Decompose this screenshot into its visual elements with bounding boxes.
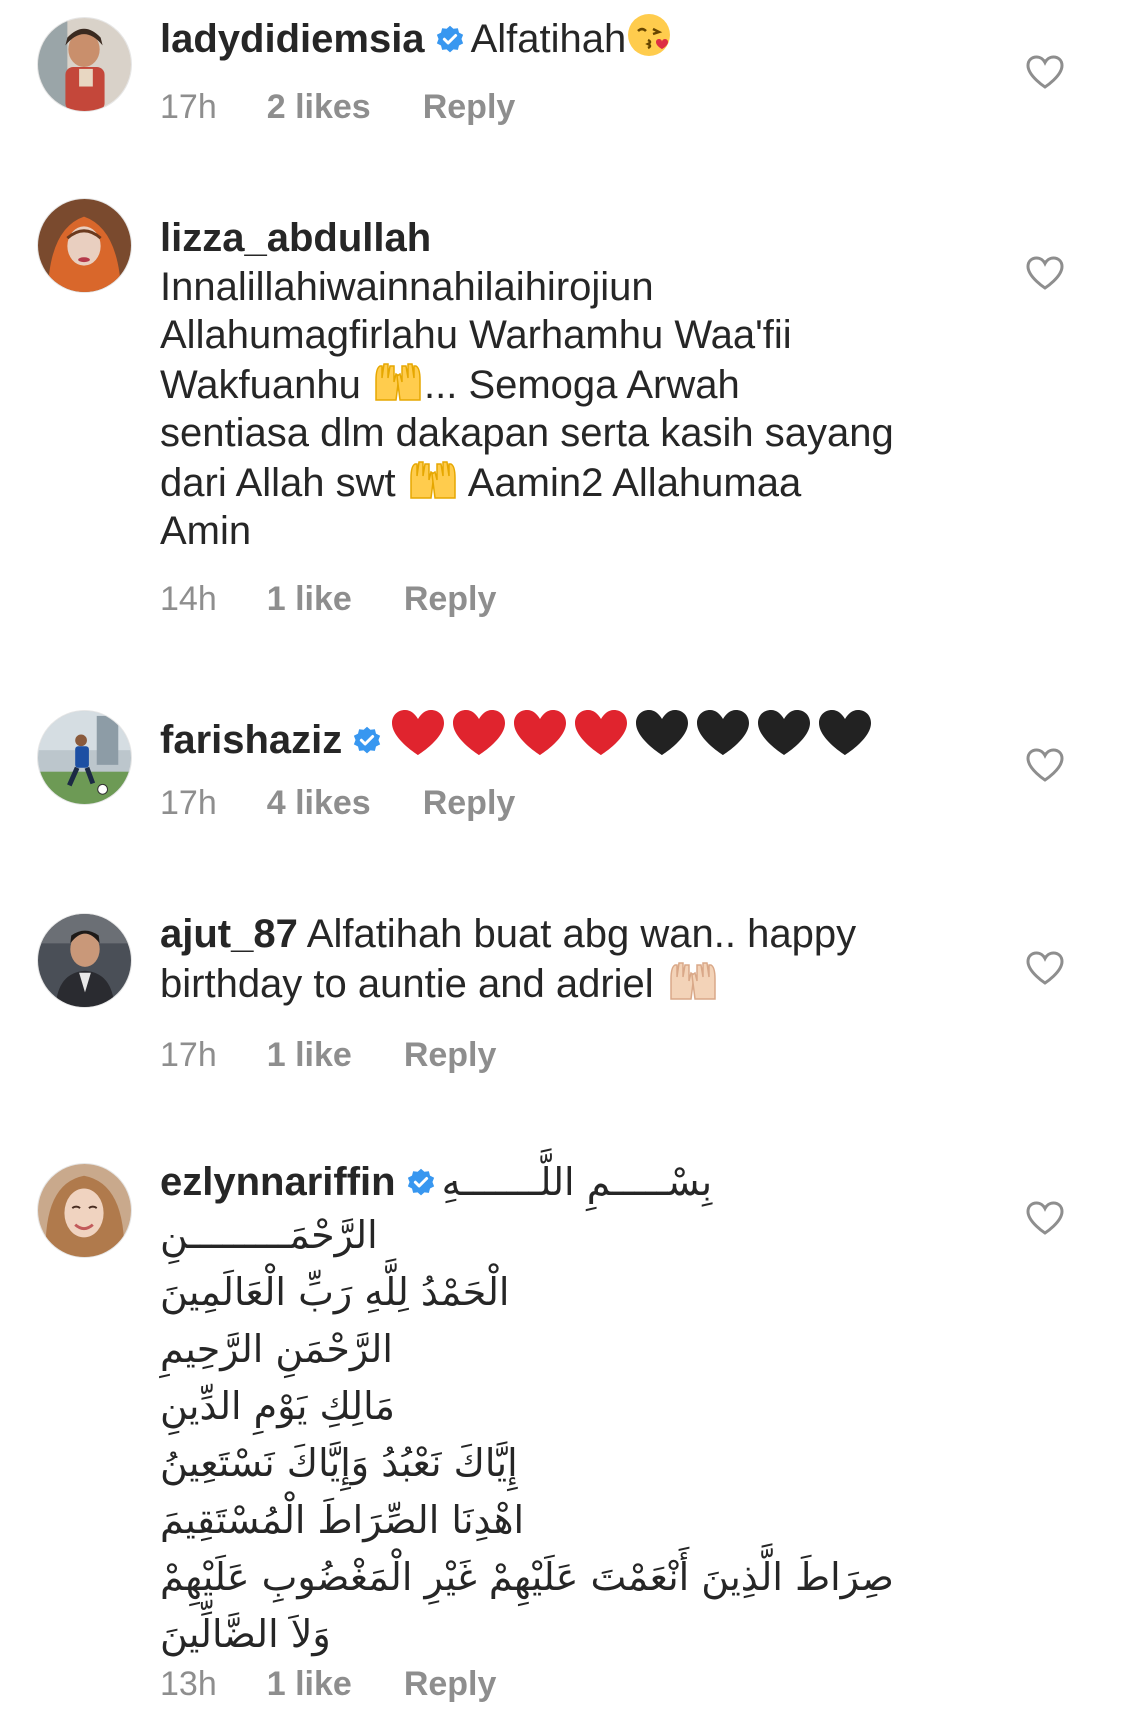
comment-text-arabic-line: صِرَاطَ الَّذِينَ أَنْعَمْتَ عَلَيْهِمْ …: [160, 1554, 894, 1599]
comment-meta: 14h 1 like Reply: [160, 580, 496, 619]
username[interactable]: ezlynnariffin: [160, 1160, 396, 1204]
comment-time: 13h: [160, 1665, 217, 1703]
username[interactable]: ajut_87: [160, 912, 298, 956]
comment-body: ezlynnariffin بِسْـــــمِ اللَّـــــــهِ …: [160, 1158, 970, 1663]
raising-hands-emoji-icon: [372, 360, 424, 404]
comment-text-arabic-line: الرَّحْمَنِ الرَّحِيمِ: [160, 1326, 393, 1371]
comment-text: dari Allah swt: [160, 460, 396, 505]
comment-text-arabic-line: اهْدِنَا الصِّرَاطَ الْمُسْتَقِيمَ: [160, 1497, 525, 1542]
comment-text-arabic-line: إِيَّاكَ نَعْبُدُ وَإِيَّاكَ نَسْتَعِينُ: [160, 1440, 518, 1485]
likes-count[interactable]: 1 like: [267, 1665, 352, 1704]
reply-button[interactable]: Reply: [404, 1665, 497, 1704]
comment-text-arabic-line: وَلاَ الضَّالِّينَ: [160, 1611, 331, 1656]
reply-button[interactable]: Reply: [404, 1036, 497, 1075]
kissing-face-emoji-icon: [626, 12, 672, 58]
raising-hands-emoji-icon: [407, 458, 459, 502]
like-heart-icon[interactable]: [1025, 255, 1065, 291]
avatar[interactable]: [37, 17, 132, 112]
avatar-image: [38, 711, 131, 804]
comment-text-line: sentiasa dlm dakapan serta kasih sayang: [160, 411, 894, 455]
comment-text: Alfatihah buat abg wan.. happy: [306, 912, 857, 956]
avatar[interactable]: [37, 710, 132, 805]
red-and-black-hearts-emoji-icon: [388, 707, 878, 759]
avatar[interactable]: [37, 198, 132, 293]
comment-text-line: Amin: [160, 509, 252, 553]
comment-text: ... Semoga Arwah: [423, 362, 740, 407]
comment-text-arabic-line: مَالِكِ يَوْمِ الدِّينِ: [160, 1383, 396, 1428]
username[interactable]: farishaziz: [160, 718, 342, 762]
comment-time: 17h: [160, 1036, 217, 1074]
username[interactable]: lizza_abdullah: [160, 216, 431, 260]
comment-time: 17h: [160, 88, 217, 126]
reply-button[interactable]: Reply: [423, 784, 516, 823]
comment-meta: 17h 1 like Reply: [160, 1036, 496, 1075]
comment-text-line-with-emoji: dari Allah swt Aamin2 Allahumaa: [160, 458, 970, 508]
like-heart-icon[interactable]: [1025, 1200, 1065, 1236]
avatar-image: [38, 18, 131, 111]
comment-text: Wakfuanhu: [160, 362, 361, 407]
comment-text-line-with-emoji: Wakfuanhu ... Semoga Arwah: [160, 360, 970, 410]
raising-hands-emoji-icon: [665, 959, 721, 1003]
verified-badge-icon: [406, 1168, 436, 1198]
comment-text: birthday to auntie and adriel: [160, 961, 654, 1006]
like-heart-icon[interactable]: [1025, 747, 1065, 783]
reply-button[interactable]: Reply: [404, 580, 497, 619]
reply-button[interactable]: Reply: [423, 88, 516, 127]
likes-count[interactable]: 2 likes: [267, 88, 371, 127]
verified-badge-icon: [352, 726, 382, 756]
comment-time: 14h: [160, 580, 217, 618]
verified-badge-icon: [435, 25, 465, 55]
username[interactable]: ladydidiemsia: [160, 17, 425, 61]
avatar-image: [38, 1164, 131, 1257]
comment-text-arabic-line: الرَّحْمَـــــــــنِ: [160, 1212, 378, 1257]
comment-meta: 17h 4 likes Reply: [160, 784, 515, 823]
comment-meta: 13h 1 like Reply: [160, 1665, 496, 1704]
like-heart-icon[interactable]: [1025, 950, 1065, 986]
likes-count[interactable]: 1 like: [267, 1036, 352, 1075]
likes-count[interactable]: 1 like: [267, 580, 352, 619]
avatar-image: [38, 914, 131, 1007]
comment-meta: 17h 2 likes Reply: [160, 88, 515, 127]
like-heart-icon[interactable]: [1025, 54, 1065, 90]
avatar[interactable]: [37, 1163, 132, 1258]
avatar[interactable]: [37, 913, 132, 1008]
comment-text-line: Allahumagfirlahu Warhamhu Waa'fii: [160, 313, 792, 357]
comment-time: 17h: [160, 784, 217, 822]
comment-body: farishaziz: [160, 707, 970, 765]
comment-body: ladydidiemsia Alfatihah: [160, 12, 970, 64]
comment-text-line: Innalillahiwainnahilaihirojiun: [160, 264, 654, 309]
comment-body: ajut_87 Alfatihah buat abg wan.. happy b…: [160, 910, 970, 1008]
avatar-image: [38, 199, 131, 292]
comment-text: Alfatihah: [470, 17, 627, 61]
comment-body: lizza_abdullah Innalillahiwainnahilaihir…: [160, 214, 970, 556]
comment-text-arabic: بِسْـــــمِ اللَّـــــــهِ: [441, 1160, 713, 1204]
likes-count[interactable]: 4 likes: [267, 784, 371, 823]
comment-text: Aamin2 Allahumaa: [467, 460, 802, 505]
comment-text-arabic-line: الْحَمْدُ لِلَّهِ رَبِّ الْعَالَمِينَ: [160, 1269, 510, 1314]
